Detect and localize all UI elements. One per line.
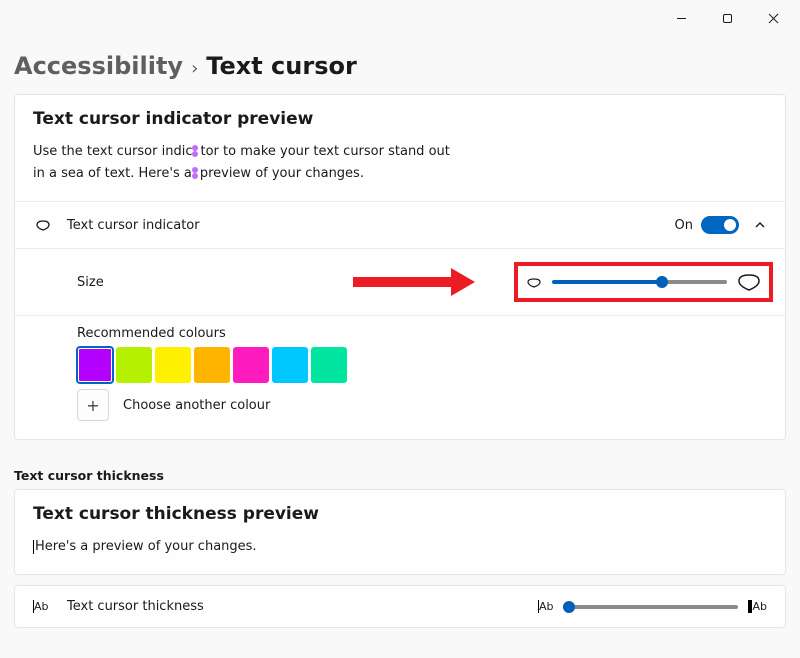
indicator-toggle-row[interactable]: Text cursor indicator On [15, 201, 785, 248]
breadcrumb-separator: › [191, 58, 198, 79]
cursor-indicator-outline-icon [33, 215, 53, 235]
cursor-indicator-icon [192, 167, 200, 179]
annotation-arrow-icon [353, 268, 475, 296]
size-slider[interactable] [552, 280, 727, 284]
window-controls [658, 6, 796, 30]
minimize-button[interactable] [658, 6, 704, 30]
colors-section: Recommended colours + Choose another col… [15, 315, 785, 439]
color-swatch-magenta[interactable] [233, 347, 269, 383]
indicator-toggle-label: Text cursor indicator [67, 218, 200, 233]
color-swatch-lime[interactable] [116, 347, 152, 383]
size-max-icon [737, 272, 761, 292]
color-swatch-teal[interactable] [311, 347, 347, 383]
thickness-preview-title: Text cursor thickness preview [33, 504, 767, 524]
size-label: Size [77, 275, 104, 290]
color-swatch-orange[interactable] [194, 347, 230, 383]
thickness-preview-card: Text cursor thickness preview Here's a p… [14, 489, 786, 575]
annotation-highlight-box [514, 262, 773, 302]
indicator-preview-text: Use the text cursor indictor to make you… [33, 141, 767, 185]
close-button[interactable] [750, 6, 796, 30]
size-min-icon [526, 275, 542, 289]
cursor-indicator-icon [192, 145, 200, 157]
thickness-slider-thumb[interactable] [563, 601, 575, 613]
size-row: Size [15, 248, 785, 315]
thickness-slider[interactable] [563, 605, 738, 609]
color-swatch-yellow[interactable] [155, 347, 191, 383]
size-slider-thumb[interactable] [656, 276, 668, 288]
thin-cursor-icon [33, 540, 34, 554]
thickness-slider-card: Ab Text cursor thickness Ab Ab [14, 585, 786, 628]
color-swatch-purple[interactable] [77, 347, 113, 383]
color-swatches [77, 347, 767, 383]
indicator-card: Text cursor indicator preview Use the te… [14, 94, 786, 440]
thickness-label: Text cursor thickness [67, 599, 204, 614]
chevron-up-icon[interactable] [753, 218, 767, 232]
breadcrumb-current: Text cursor [206, 52, 357, 80]
maximize-button[interactable] [704, 6, 750, 30]
color-swatch-cyan[interactable] [272, 347, 308, 383]
indicator-preview-title: Text cursor indicator preview [33, 109, 767, 129]
plus-icon: + [86, 396, 99, 415]
indicator-toggle[interactable] [701, 216, 739, 234]
choose-colour-button[interactable]: + [77, 389, 109, 421]
thickness-min-icon: Ab [538, 600, 554, 613]
choose-colour-label: Choose another colour [123, 398, 270, 413]
breadcrumb-parent[interactable]: Accessibility [14, 52, 183, 80]
thickness-preview-text: Here's a preview of your changes. [33, 536, 767, 558]
thickness-row: Ab Text cursor thickness Ab Ab [15, 586, 785, 627]
colors-heading: Recommended colours [77, 326, 767, 341]
thickness-section-label: Text cursor thickness [14, 468, 786, 483]
thickness-max-icon: Ab [748, 600, 767, 613]
indicator-toggle-state-label: On [675, 218, 693, 233]
thickness-ab-icon: Ab [33, 600, 49, 613]
